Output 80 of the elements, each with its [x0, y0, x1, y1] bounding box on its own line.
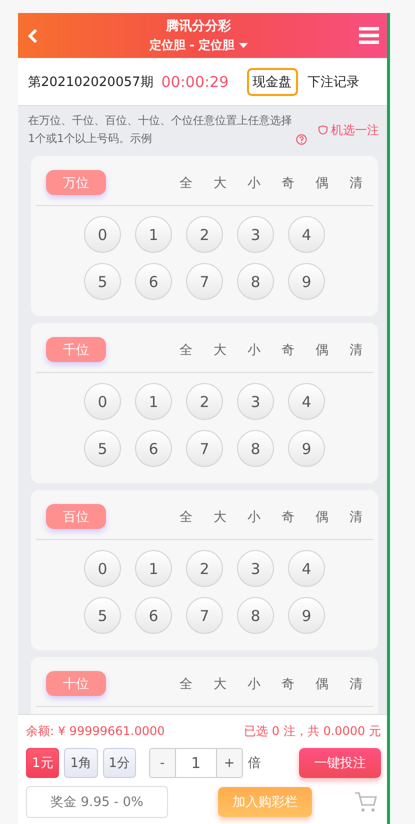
- filter-option[interactable]: 偶: [305, 674, 339, 692]
- number-ball[interactable]: 5: [84, 597, 121, 634]
- plus-button[interactable]: +: [216, 748, 243, 778]
- number-ball[interactable]: 5: [84, 430, 121, 467]
- filter-option[interactable]: 偶: [305, 174, 339, 192]
- number-ball[interactable]: 4: [288, 383, 325, 420]
- position-label: 百位: [46, 504, 106, 529]
- filter-option[interactable]: 全: [169, 674, 203, 692]
- position-label: 万位: [46, 170, 106, 195]
- number-ball[interactable]: 3: [237, 550, 274, 587]
- filter-option[interactable]: 大: [203, 674, 237, 692]
- filter-option[interactable]: 小: [237, 674, 271, 692]
- number-ball[interactable]: 7: [186, 430, 223, 467]
- number-ball[interactable]: 6: [135, 263, 172, 300]
- number-ball[interactable]: 9: [288, 430, 325, 467]
- filter-option[interactable]: 清: [339, 508, 373, 526]
- play-type-selector[interactable]: 定位胆 - 定位胆: [149, 37, 235, 54]
- filter-option[interactable]: 大: [203, 174, 237, 192]
- help-icon[interactable]: [296, 134, 307, 145]
- number-ball[interactable]: 0: [84, 383, 121, 420]
- mode-button[interactable]: 现金盘: [246, 68, 298, 96]
- filter-option[interactable]: 清: [339, 174, 373, 192]
- number-ball[interactable]: 1: [135, 383, 172, 420]
- page-title: 腾讯分分彩: [166, 18, 231, 35]
- number-ball[interactable]: 8: [237, 597, 274, 634]
- prize-display: 奖金 9.95 - 0%: [26, 786, 168, 818]
- filter-option[interactable]: 小: [237, 340, 271, 358]
- filter-option[interactable]: 小: [237, 174, 271, 192]
- number-ball[interactable]: 0: [84, 216, 121, 253]
- unit-button[interactable]: 1分: [102, 748, 136, 778]
- filter-option[interactable]: 偶: [305, 340, 339, 358]
- multiplier-field[interactable]: 1: [174, 748, 217, 778]
- multiplier-unit: 倍: [248, 755, 261, 772]
- caret-icon[interactable]: [238, 43, 248, 48]
- number-ball[interactable]: 9: [288, 597, 325, 634]
- filter-option[interactable]: 偶: [305, 508, 339, 526]
- number-ball[interactable]: 0: [84, 550, 121, 587]
- filter-option[interactable]: 小: [237, 508, 271, 526]
- number-ball[interactable]: 1: [135, 216, 172, 253]
- number-ball[interactable]: 1: [135, 550, 172, 587]
- issue-number: 第202102020057期: [28, 74, 154, 90]
- filter-option[interactable]: 大: [203, 508, 237, 526]
- number-ball[interactable]: 6: [135, 597, 172, 634]
- cart-icon[interactable]: [354, 792, 377, 812]
- minus-button[interactable]: -: [148, 748, 175, 778]
- number-ball[interactable]: 2: [186, 550, 223, 587]
- filter-option[interactable]: 全: [169, 174, 203, 192]
- filter-option[interactable]: 全: [169, 508, 203, 526]
- bet-summary: 已选 0 注，共 0.0000 元: [244, 723, 381, 740]
- position-label: 千位: [46, 337, 106, 362]
- hint-text: 在万位、千位、百位、十位、个位任意位置上任意选择1个或1个以上号码。示例: [28, 113, 293, 147]
- filter-option[interactable]: 奇: [271, 174, 305, 192]
- position-label: 十位: [46, 671, 106, 696]
- filter-option[interactable]: 大: [203, 340, 237, 358]
- number-ball[interactable]: 8: [237, 430, 274, 467]
- filter-option[interactable]: 奇: [271, 674, 305, 692]
- filter-option[interactable]: 全: [169, 340, 203, 358]
- shield-icon: [318, 125, 328, 135]
- number-ball[interactable]: 4: [288, 216, 325, 253]
- back-icon[interactable]: [28, 28, 38, 44]
- filter-option[interactable]: 清: [339, 340, 373, 358]
- number-ball[interactable]: 7: [186, 597, 223, 634]
- history-link[interactable]: 下注记录: [308, 72, 360, 90]
- number-ball[interactable]: 2: [186, 216, 223, 253]
- number-ball[interactable]: 7: [186, 263, 223, 300]
- filter-option[interactable]: 奇: [271, 340, 305, 358]
- balance: 余额: ¥ 99999661.0000: [26, 723, 165, 740]
- number-ball[interactable]: 9: [288, 263, 325, 300]
- number-ball[interactable]: 8: [237, 263, 274, 300]
- number-ball[interactable]: 5: [84, 263, 121, 300]
- filter-option[interactable]: 奇: [271, 508, 305, 526]
- number-ball[interactable]: 4: [288, 550, 325, 587]
- filter-option[interactable]: 清: [339, 674, 373, 692]
- menu-icon[interactable]: [359, 27, 379, 44]
- number-ball[interactable]: 3: [237, 216, 274, 253]
- countdown: 00:00:29: [161, 72, 229, 90]
- number-ball[interactable]: 6: [135, 430, 172, 467]
- number-ball[interactable]: 3: [237, 383, 274, 420]
- number-ball[interactable]: 2: [186, 383, 223, 420]
- unit-button[interactable]: 1角: [64, 748, 98, 778]
